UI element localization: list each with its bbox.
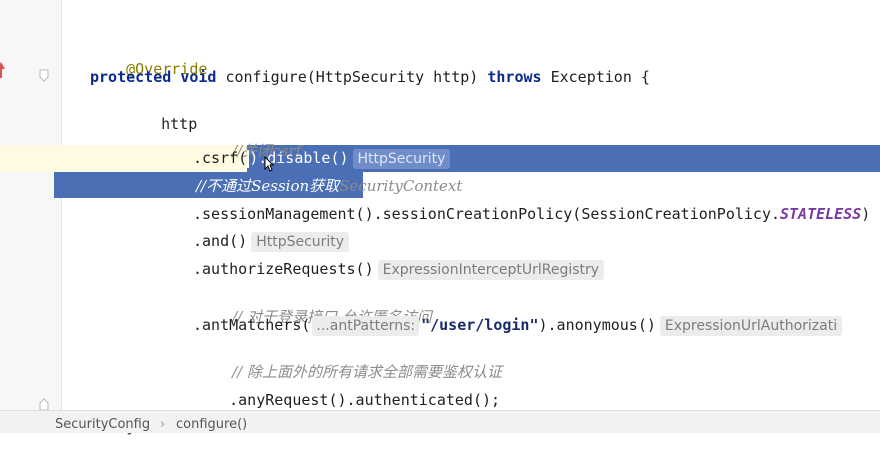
breadcrumb-method[interactable]: configure() <box>176 417 247 432</box>
breadcrumb: SecurityConfig › configure() <box>0 410 880 433</box>
anyrequest-call: .anyRequest().authenticated(); <box>229 391 501 409</box>
override-marker-icon[interactable] <box>0 62 6 80</box>
ant-rest: ).anonymous() <box>538 316 656 334</box>
code-line-comment-csrf: //关闭csrf <box>196 121 301 160</box>
code-line-session: .sessionManagement().sessionCreationPoli… <box>193 204 880 224</box>
gutter-divider <box>61 0 62 410</box>
constant-stateless: STATELESS <box>780 205 862 223</box>
code-line-annotation: @Override <box>90 39 207 78</box>
comment-session-rest: SecurityContext <box>339 177 463 195</box>
type-hint-csrf: HttpSecurity <box>352 149 451 169</box>
keyword-protected: protected <box>90 68 172 86</box>
mouse-pointer-icon <box>264 155 275 172</box>
code-line-csrf: .csrf().disable() HttpSecurity <box>193 148 451 169</box>
code-line-http: http <box>125 94 197 133</box>
code-line-signature: protected void configure(HttpSecurity ht… <box>90 67 650 87</box>
code-line-and: .and() HttpSecurity <box>193 231 350 252</box>
signature-rest: Exception { <box>541 68 650 86</box>
breadcrumb-chevron-icon: › <box>160 417 166 432</box>
code-line-antmatchers: .antMatchers(...antPatterns: "/user/login… <box>193 315 843 336</box>
session-close: ) <box>861 205 871 223</box>
type-hint-ant: ExpressionUrlAuthorizati <box>659 316 843 336</box>
code-line-anyrequest: .anyRequest().authenticated(); <box>193 370 500 409</box>
string-user-login: "/user/login" <box>421 316 539 334</box>
keyword-void: void <box>180 68 217 86</box>
comment-session-selected: //不通过Session获取 <box>196 177 340 195</box>
and-call: .and() <box>193 232 248 250</box>
editor-gutter <box>0 0 62 410</box>
type-hint-authorize: ExpressionInterceptUrlRegistry <box>377 260 605 280</box>
http-variable: http <box>161 115 198 133</box>
code-line-comment-session: //不通过Session获取SecurityContext <box>196 176 462 196</box>
code-line-authorize: .authorizeRequests() ExpressionInterceptU… <box>193 259 605 280</box>
session-call: .sessionManagement().sessionCreationPoli… <box>193 205 780 223</box>
type-hint-and: HttpSecurity <box>251 232 350 252</box>
param-hint-antpatterns: ...antPatterns: <box>312 316 420 336</box>
fold-toggle-end-icon[interactable] <box>37 397 51 411</box>
breadcrumb-class[interactable]: SecurityConfig <box>55 417 150 432</box>
fold-toggle-icon[interactable] <box>37 69 51 83</box>
method-signature: configure(HttpSecurity http) <box>216 68 488 86</box>
code-line-comment-login: // 对于登录接口 允许匿名访问 <box>196 287 432 326</box>
code-line-comment-other: // 除上面外的所有请求全部需要鉴权认证 <box>196 342 502 381</box>
csrf-call: .csrf( <box>193 149 248 167</box>
keyword-throws: throws <box>487 68 542 86</box>
ant-call: .antMatchers( <box>193 316 311 334</box>
authorize-call: .authorizeRequests() <box>193 260 374 278</box>
